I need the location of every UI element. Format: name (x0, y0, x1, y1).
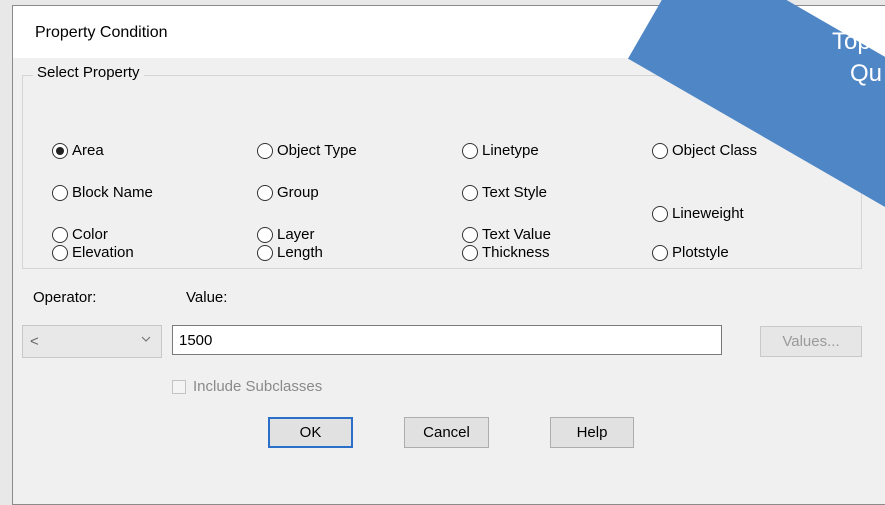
radio-text-value[interactable]: Text Value (462, 226, 551, 243)
radio-indicator (652, 244, 668, 261)
radio-indicator (652, 142, 668, 159)
operator-label: Operator: (33, 289, 97, 306)
radio-label: Elevation (72, 244, 134, 261)
radio-indicator (52, 244, 68, 261)
value-label: Value: (186, 289, 228, 306)
radio-object-class[interactable]: Object Class (652, 142, 757, 159)
radio-indicator (52, 226, 68, 243)
radio-length[interactable]: Length (257, 244, 323, 261)
radio-elevation-option[interactable]: Elevation (52, 244, 134, 261)
radio-color[interactable]: Color (52, 226, 108, 243)
radio-indicator (652, 205, 668, 222)
ok-button[interactable]: OK (268, 417, 353, 448)
radio-label: Text Value (482, 226, 551, 243)
radio-plotstyle[interactable]: Plotstyle (652, 244, 729, 261)
radio-indicator (257, 142, 273, 159)
operator-dropdown[interactable]: < (22, 325, 162, 358)
checkbox-box (172, 379, 186, 394)
radio-label: Color (72, 226, 108, 243)
radio-label: Thickness (482, 244, 550, 261)
radio-indicator (462, 184, 478, 201)
operator-selected-value: < (30, 333, 39, 350)
radio-label: Area (72, 142, 104, 159)
dialog-title: Property Condition (35, 24, 168, 41)
radio-label: Plotstyle (672, 244, 729, 261)
radio-block-name[interactable]: Block Name (52, 184, 153, 201)
radio-label: Text Style (482, 184, 548, 201)
radio-indicator (462, 226, 478, 243)
value-input[interactable] (172, 325, 722, 355)
radio-group[interactable]: Group (257, 184, 319, 201)
radio-indicator (257, 226, 273, 243)
radio-indicator (257, 244, 273, 261)
banner-text-line2: Qu (850, 60, 883, 87)
radio-linetype[interactable]: Linetype (462, 142, 539, 159)
radio-text-style[interactable]: Text Style (462, 184, 547, 201)
cancel-button[interactable]: Cancel (404, 417, 489, 448)
radio-layer[interactable]: Layer (257, 226, 315, 243)
radio-lineweight[interactable]: Lineweight (652, 205, 744, 222)
help-button[interactable]: Help (550, 417, 634, 448)
values-button[interactable]: Values... (760, 326, 862, 357)
radio-object-type[interactable]: Object Type (257, 142, 357, 159)
radio-label: Object Class (672, 142, 758, 159)
include-subclasses-checkbox[interactable]: Include Subclasses (172, 378, 322, 395)
radio-label: Lineweight (672, 205, 744, 222)
radio-label: Group (277, 184, 319, 201)
include-subclasses-label: Include Subclasses (193, 378, 323, 395)
select-property-label: Select Property (33, 64, 144, 81)
banner-text-line1: Top (832, 28, 871, 55)
radio-indicator (257, 184, 273, 201)
radio-label: Linetype (482, 142, 539, 159)
radio-indicator (52, 184, 68, 201)
radio-label: Length (277, 244, 323, 261)
radio-indicator (52, 142, 68, 159)
radio-label: Block Name (72, 184, 153, 201)
radio-thickness[interactable]: Thickness (462, 244, 550, 261)
radio-label: Object Type (277, 142, 357, 159)
radio-area[interactable]: Area (52, 142, 104, 159)
radio-indicator (462, 244, 478, 261)
radio-indicator (462, 142, 478, 159)
chevron-down-icon (141, 336, 151, 342)
radio-label: Layer (277, 226, 315, 243)
